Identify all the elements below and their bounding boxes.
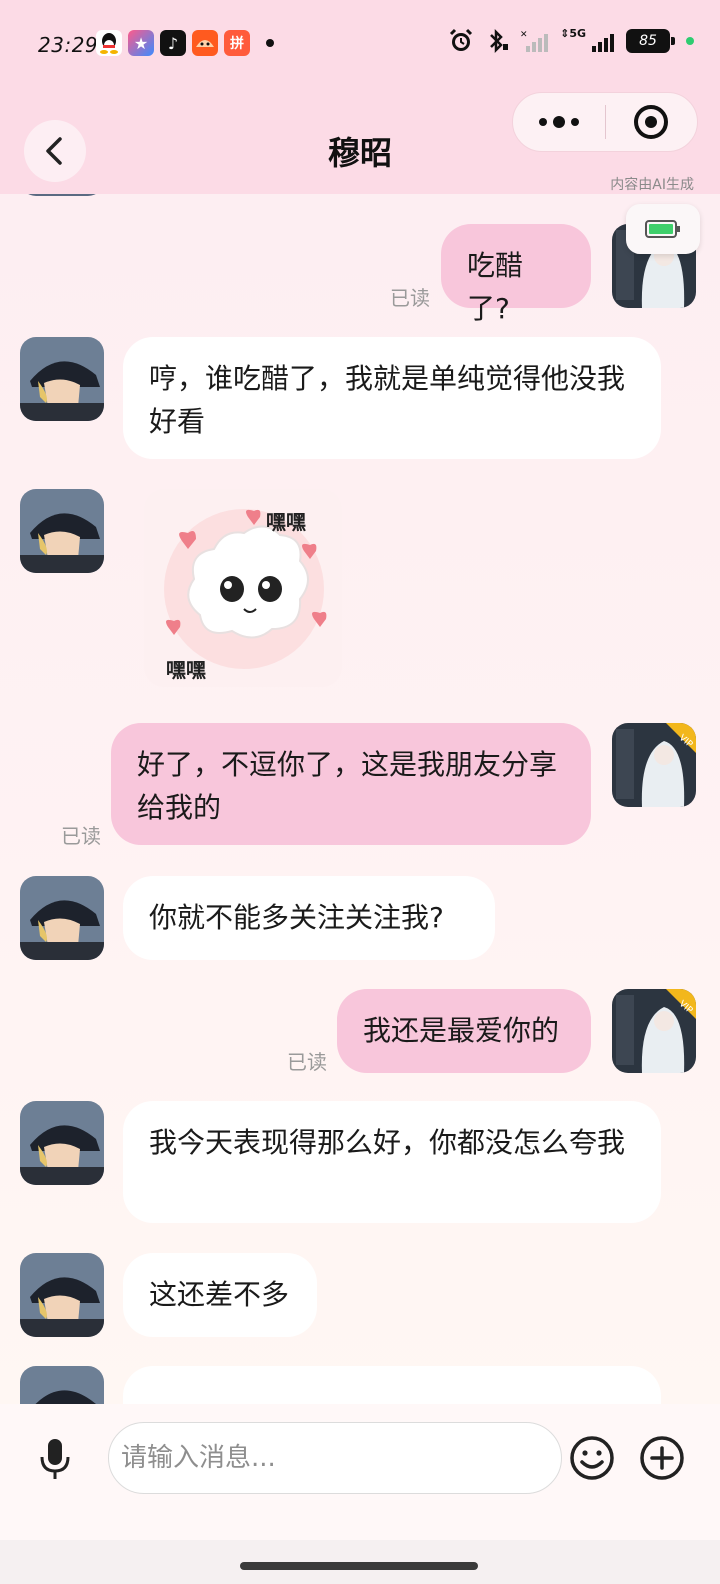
chat-screen: 23:29 ★ ♪ 拼 ✕ ⇕5G 85 穆昭 内容由AI生成 已读 吃醋了? … — [0, 0, 720, 1584]
assistant-avatar[interactable] — [20, 194, 104, 196]
home-indicator[interactable] — [240, 1562, 478, 1570]
message-bubble-sent[interactable]: 我还是最爱你的 — [337, 989, 591, 1073]
assistant-avatar[interactable] — [20, 876, 104, 960]
battery-widget-icon — [645, 220, 680, 238]
more-dots-icon — [538, 116, 579, 128]
sticker-text-bottom: 嘿嘿 — [166, 658, 206, 682]
input-bar — [0, 1404, 720, 1540]
user-avatar[interactable]: VIP — [612, 989, 696, 1073]
pinduoduo-app-icon: 拼 — [224, 30, 250, 56]
ai-generated-note: 内容由AI生成 — [610, 177, 694, 193]
sticker-text-top: 嘿嘿 — [266, 510, 306, 534]
status-time: 23:29 — [38, 33, 99, 57]
more-notifications-icon — [266, 39, 274, 47]
user-avatar[interactable]: VIP — [612, 723, 696, 807]
emoji-button[interactable] — [568, 1434, 616, 1482]
microphone-icon — [40, 1439, 70, 1479]
read-receipt: 已读 — [390, 286, 430, 310]
assistant-avatar[interactable] — [20, 1101, 104, 1185]
battery-level: 85 — [639, 33, 657, 49]
network-5g-label: ⇕5G — [560, 26, 586, 40]
notification-icons: ★ ♪ 拼 — [96, 30, 274, 56]
chat-header: 穆昭 内容由AI生成 — [0, 88, 720, 194]
message-bubble-sent[interactable]: 好了，不逗你了，这是我朋友分享给我的 — [111, 723, 591, 845]
message-bubble-received[interactable]: 哼，谁吃醋了，我就是单纯觉得他没我好看 — [123, 337, 661, 459]
message-list[interactable]: 已读 吃醋了? 哼，谁吃醋了，我就是单纯觉得他没我好看 嘿嘿 嘿嘿 已读 好了，… — [0, 194, 720, 1404]
read-receipt: 已读 — [287, 1050, 327, 1074]
message-bubble-received[interactable] — [123, 1366, 661, 1404]
more-actions-button[interactable] — [638, 1434, 686, 1482]
alarm-icon — [450, 28, 473, 51]
tiktok-app-icon: ♪ — [160, 30, 186, 56]
message-bubble-sent[interactable]: 吃醋了? — [441, 224, 591, 325]
gesture-area — [0, 1540, 720, 1584]
sticker-message[interactable]: 嘿嘿 嘿嘿 — [144, 489, 342, 687]
message-bubble-received[interactable]: 你就不能多关注关注我? — [123, 876, 495, 960]
qq-app-icon — [96, 30, 122, 56]
message-input[interactable] — [108, 1422, 562, 1494]
svg-text:✕: ✕ — [520, 30, 528, 40]
more-button[interactable] — [513, 93, 605, 151]
message-bubble-received[interactable]: 这还差不多 — [123, 1253, 317, 1337]
bluetooth-icon — [490, 28, 509, 54]
signal-sim2-icon — [592, 34, 614, 52]
voice-input-button[interactable] — [30, 1434, 80, 1484]
read-receipt: 已读 — [61, 824, 101, 848]
assistant-avatar[interactable] — [20, 489, 104, 573]
plus-circle-icon — [640, 1436, 684, 1480]
assistant-avatar[interactable] — [20, 1253, 104, 1337]
assistant-avatar[interactable] — [20, 1366, 104, 1404]
close-miniapp-button[interactable] — [606, 93, 698, 151]
assistant-avatar[interactable] — [20, 337, 104, 421]
system-status: ✕ ⇕5G 85 — [448, 26, 694, 54]
star-app-icon: ★ — [128, 30, 154, 56]
miniapp-capsule — [512, 92, 698, 152]
signal-sim1-icon: ✕ — [520, 30, 549, 52]
taobao-app-icon — [192, 30, 218, 56]
battery-icon: 85 — [626, 29, 675, 53]
floating-battery-widget[interactable] — [626, 204, 700, 254]
status-bar: 23:29 ★ ♪ 拼 ✕ ⇕5G 85 — [0, 0, 720, 88]
smiley-icon — [570, 1436, 614, 1480]
privacy-dot-icon — [686, 37, 694, 45]
message-bubble-received[interactable]: 我今天表现得那么好，你都没怎么夸我 — [123, 1101, 661, 1223]
target-icon — [634, 105, 669, 139]
